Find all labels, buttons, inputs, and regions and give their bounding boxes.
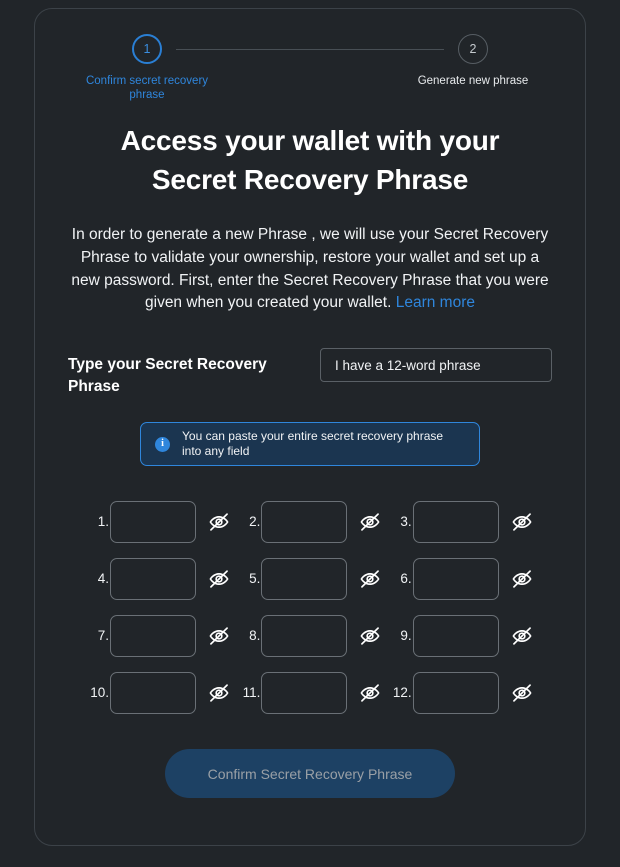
eye-off-icon[interactable] — [358, 681, 382, 705]
recovery-word-cell: 4. — [83, 550, 234, 607]
recovery-word-number: 12. — [392, 685, 412, 701]
recovery-word-cell: 11. — [234, 664, 385, 721]
recovery-word-number: 11. — [242, 685, 261, 701]
phrase-type-label: Type your Secret Recovery Phrase — [68, 356, 267, 396]
phrase-type-row: Type your Secret Recovery Phrase I have … — [68, 348, 552, 398]
eye-off-icon[interactable] — [510, 624, 534, 648]
recovery-word-cell: 8. — [234, 607, 385, 664]
recovery-word-input-2[interactable] — [261, 500, 348, 543]
recovery-word-input-8[interactable] — [261, 614, 348, 657]
recovery-word-cell: 10. — [83, 664, 234, 721]
phrase-length-select-value: I have a 12-word phrase — [335, 357, 481, 373]
recovery-word-number: 6. — [400, 571, 412, 587]
recovery-word-input-6[interactable] — [412, 557, 499, 600]
recovery-word-input-3[interactable] — [412, 500, 499, 543]
recovery-word-cell: 2. — [234, 493, 385, 550]
stepper-step-1-label: Confirm secret recovery phrase — [85, 75, 209, 101]
recovery-word-grid: 1. 2. 3. 4. 5. 6. 7. 8. 9. 10. 11. 12. — [35, 493, 585, 721]
eye-off-icon[interactable] — [207, 510, 231, 534]
confirm-button-row: Confirm Secret Recovery Phrase — [35, 749, 585, 799]
stepper-step-2-number: 2 — [469, 41, 477, 56]
eye-off-icon[interactable] — [207, 567, 231, 591]
eye-off-icon[interactable] — [358, 624, 382, 648]
recovery-word-input-12[interactable] — [412, 671, 499, 714]
stepper-step-1[interactable]: 1 Confirm secret recovery phrase — [67, 34, 227, 102]
recovery-word-number: 7. — [97, 628, 109, 644]
recovery-word-cell: 1. — [83, 493, 234, 550]
recovery-word-cell: 9. — [386, 607, 537, 664]
page-title: Access your wallet with your Secret Reco… — [120, 125, 500, 195]
recovery-word-cell: 3. — [386, 493, 537, 550]
recovery-word-input-11[interactable] — [261, 671, 348, 714]
eye-off-icon[interactable] — [358, 510, 382, 534]
recovery-word-cell: 12. — [386, 664, 537, 721]
recovery-word-input-10[interactable] — [110, 671, 196, 714]
recovery-word-cell: 6. — [386, 550, 537, 607]
stepper-step-2[interactable]: 2 Generate new phrase — [393, 34, 553, 88]
stepper-step-1-number: 1 — [143, 41, 151, 56]
description-text: In order to generate a new Phrase , we w… — [68, 224, 552, 315]
recovery-word-number: 1. — [97, 514, 109, 530]
recovery-word-number: 3. — [400, 514, 412, 530]
paste-hint-text: You can paste your entire secret recover… — [182, 429, 444, 459]
stepper: 1 Confirm secret recovery phrase 2 Gener… — [86, 34, 528, 101]
description-body: In order to generate a new Phrase , we w… — [71, 226, 549, 312]
info-icon: i — [155, 436, 170, 452]
stepper-step-2-circle[interactable]: 2 — [458, 34, 488, 64]
stepper-step-1-circle[interactable]: 1 — [132, 34, 162, 64]
recovery-word-input-9[interactable] — [412, 614, 499, 657]
recovery-word-number: 10. — [90, 685, 109, 701]
eye-off-icon[interactable] — [358, 567, 382, 591]
phrase-length-select[interactable]: I have a 12-word phrase — [320, 348, 552, 383]
recovery-word-input-4[interactable] — [110, 557, 196, 600]
page-root: 1 Confirm secret recovery phrase 2 Gener… — [0, 0, 620, 867]
recovery-word-number: 4. — [97, 571, 109, 587]
recovery-word-cell: 7. — [83, 607, 234, 664]
recovery-card: 1 Confirm secret recovery phrase 2 Gener… — [34, 8, 586, 846]
recovery-word-input-5[interactable] — [261, 557, 348, 600]
recovery-word-number: 9. — [400, 628, 412, 644]
paste-hint-banner: i You can paste your entire secret recov… — [140, 422, 480, 467]
recovery-word-cell: 5. — [234, 550, 385, 607]
eye-off-icon[interactable] — [207, 624, 231, 648]
learn-more-link[interactable]: Learn more — [396, 294, 475, 311]
eye-off-icon[interactable] — [510, 510, 534, 534]
eye-off-icon[interactable] — [510, 681, 534, 705]
confirm-secret-recovery-phrase-button[interactable]: Confirm Secret Recovery Phrase — [165, 749, 455, 799]
recovery-word-number: 5. — [249, 571, 261, 587]
stepper-step-2-label: Generate new phrase — [417, 75, 529, 87]
recovery-word-input-7[interactable] — [110, 614, 196, 657]
recovery-word-number: 2. — [249, 514, 261, 530]
eye-off-icon[interactable] — [510, 567, 534, 591]
recovery-word-number: 8. — [249, 628, 261, 644]
recovery-word-input-1[interactable] — [110, 500, 196, 543]
eye-off-icon[interactable] — [207, 681, 231, 705]
